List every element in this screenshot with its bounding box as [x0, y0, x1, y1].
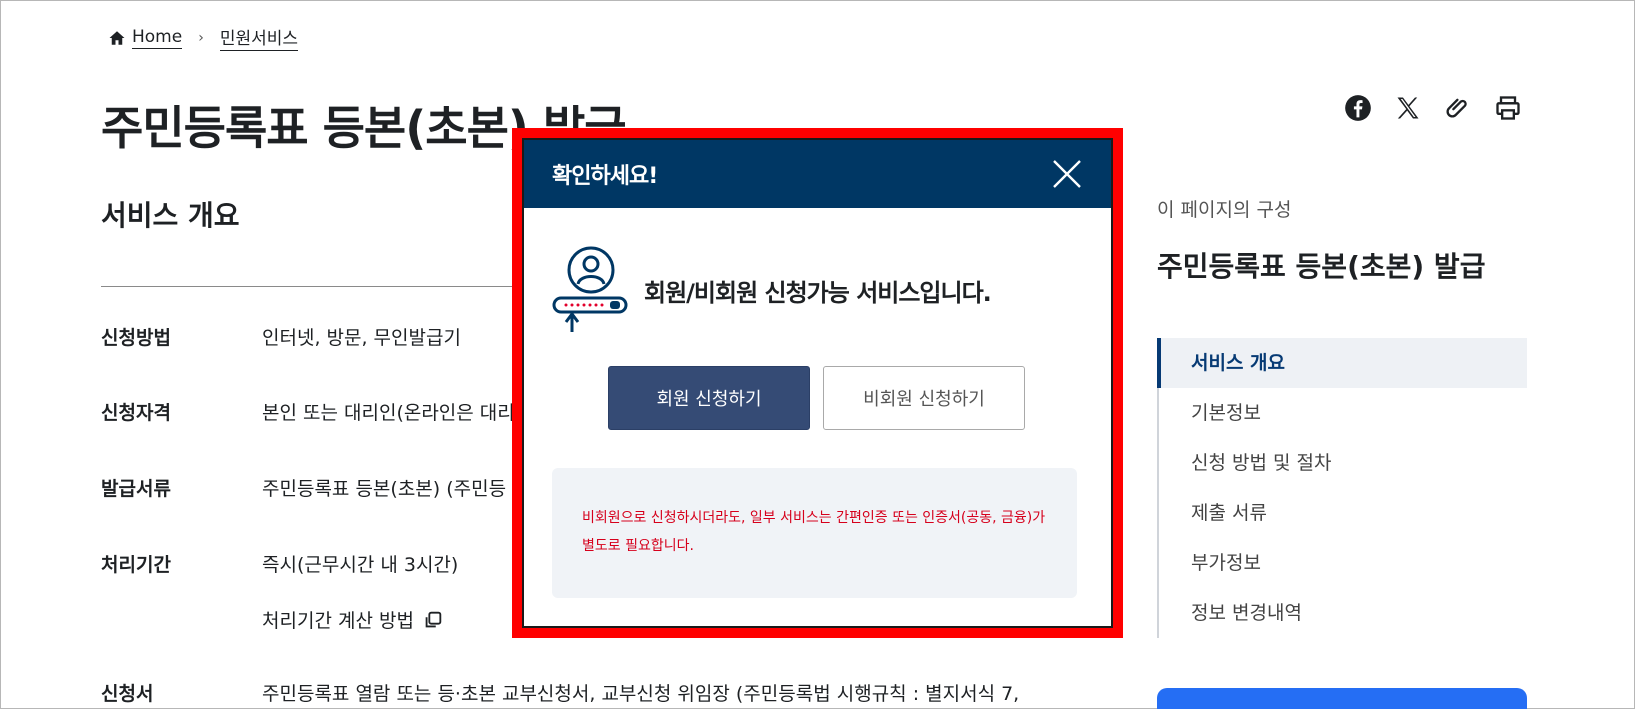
info-key: 처리기간	[101, 554, 171, 576]
toc-item-service-overview[interactable]: 서비스 개요	[1157, 338, 1527, 388]
section-divider	[101, 286, 526, 287]
toc-item-procedure[interactable]: 신청 방법 및 절차	[1159, 438, 1527, 488]
close-icon[interactable]	[1051, 158, 1083, 190]
copy-icon	[425, 611, 442, 627]
dialog-message-text: 회원/비회원 신청가능 서비스입니다.	[644, 278, 992, 307]
toc-item-documents[interactable]: 제출 서류	[1159, 488, 1527, 538]
toc-item-change-history[interactable]: 정보 변경내역	[1159, 588, 1527, 638]
notice-box: 비회원으로 신청하시더라도, 일부 서비스는 간편인증 또는 인증서(공동, 금…	[552, 468, 1077, 598]
x-icon[interactable]	[1394, 94, 1422, 122]
breadcrumb-current-link[interactable]: 민원서비스	[219, 24, 299, 51]
info-row: 발급서류 주민등록표 등본(초본) (주민등	[101, 474, 506, 501]
print-icon[interactable]	[1494, 94, 1522, 122]
info-value: 주민등록표 등본(초본) (주민등	[262, 478, 507, 500]
info-key: 신청서	[101, 683, 154, 705]
info-value: 즉시(근무시간 내 3시간)	[262, 554, 459, 576]
dialog-message: 회원/비회원 신청가능 서비스입니다.	[552, 244, 992, 336]
info-value: 인터넷, 방문, 무인발급기	[262, 327, 461, 349]
home-icon	[109, 30, 125, 45]
processing-time-link[interactable]: 처리기간 계산 방법	[262, 606, 444, 633]
chevron-right-icon: ›	[198, 29, 204, 46]
info-key: 신청자격	[101, 402, 171, 424]
breadcrumb-home-link[interactable]: Home	[132, 27, 183, 49]
breadcrumb: Home › 민원서비스	[108, 24, 299, 51]
dialog-title: 확인하세요!	[552, 164, 658, 189]
info-key: 신청방법	[101, 327, 171, 349]
toc-item-additional-info[interactable]: 부가정보	[1159, 538, 1527, 588]
apply-panel[interactable]	[1157, 688, 1527, 709]
attach-icon[interactable]	[1444, 94, 1472, 122]
notice-line: 별도로 필요합니다.	[582, 538, 694, 554]
toc-title: 주민등록표 등본(초본) 발급	[1157, 250, 1486, 283]
info-row: 신청서 주민등록표 열람 또는 등·초본 교부신청서, 교부신청 위임장 (주민…	[101, 679, 1019, 706]
table-of-contents: 서비스 개요 기본정보 신청 방법 및 절차 제출 서류 부가정보 정보 변경내…	[1157, 338, 1527, 638]
member-apply-button[interactable]: 회원 신청하기	[608, 366, 810, 430]
toc-item-basic-info[interactable]: 기본정보	[1159, 388, 1527, 438]
share-bar	[1344, 94, 1522, 122]
info-value: 본인 또는 대리인(온라인은 대리	[262, 402, 515, 424]
confirm-dialog: 확인하세요! 회원/비회원 신청가능 서비스입니다. 회원 신청하기 비회원 신…	[522, 138, 1113, 628]
toc-caption: 이 페이지의 구성	[1157, 199, 1292, 221]
facebook-icon[interactable]	[1344, 94, 1372, 122]
processing-time-link-label: 처리기간 계산 방법	[262, 610, 414, 632]
info-value: 주민등록표 열람 또는 등·초본 교부신청서, 교부신청 위임장 (주민등록법 …	[262, 683, 1020, 705]
notice-line: 비회원으로 신청하시더라도, 일부 서비스는 간편인증 또는 인증서(공동, 금…	[582, 510, 1046, 526]
info-key: 발급서류	[101, 478, 171, 500]
info-row: 처리기간 즉시(근무시간 내 3시간)	[101, 550, 458, 577]
dialog-header: 확인하세요!	[524, 140, 1111, 208]
user-login-icon	[552, 246, 628, 332]
guest-apply-button[interactable]: 비회원 신청하기	[823, 366, 1025, 430]
section-title: 서비스 개요	[101, 199, 240, 232]
info-row: 신청자격 본인 또는 대리인(온라인은 대리	[101, 398, 515, 425]
info-row: 신청방법 인터넷, 방문, 무인발급기	[101, 323, 461, 350]
